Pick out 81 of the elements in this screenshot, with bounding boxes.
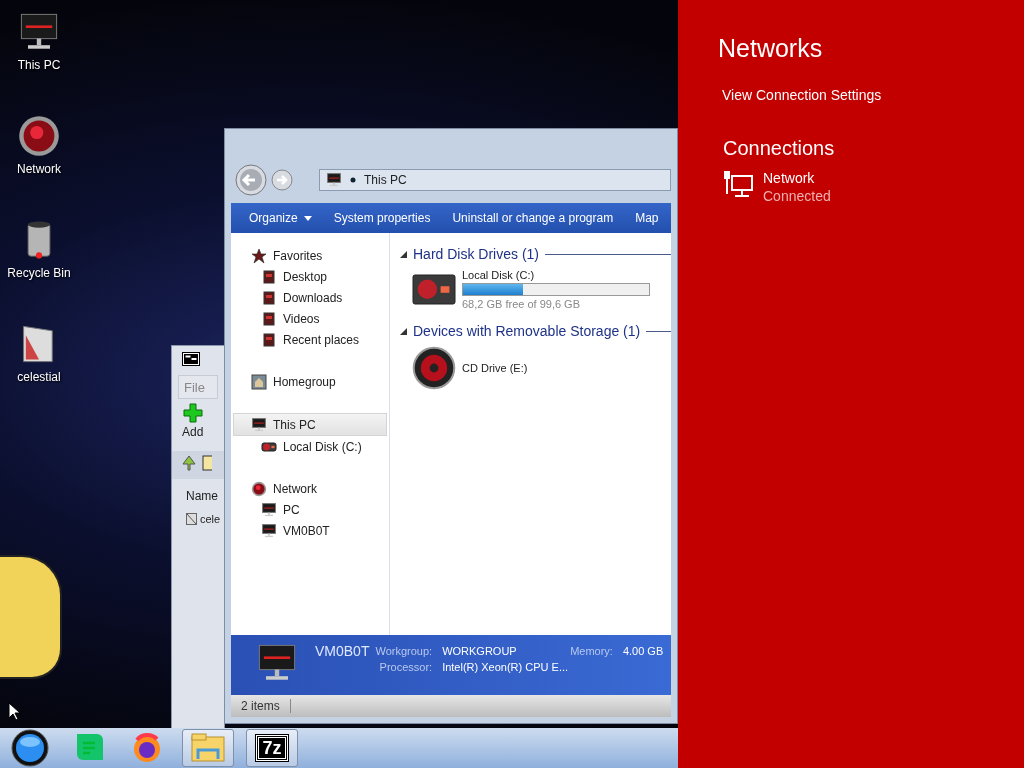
field-value: WORKGROUP: [442, 645, 518, 657]
folder-icon: [191, 733, 225, 763]
item-count: 2 items: [231, 699, 291, 713]
collapse-icon: [400, 250, 407, 258]
folder-icon: [202, 454, 212, 472]
shortcut-label: Network: [17, 162, 61, 176]
nav-item[interactable]: Network: [231, 478, 389, 499]
group-heading[interactable]: Hard Disk Drives (1): [413, 246, 539, 262]
file-icon: [186, 513, 197, 525]
network-connection[interactable]: Network Connected: [723, 170, 831, 204]
nav-item[interactable]: Downloads: [231, 287, 389, 308]
homegroup-icon: [251, 373, 267, 390]
panel-title: Networks: [718, 34, 823, 63]
command-button[interactable]: System properties: [333, 211, 431, 225]
hard-drive-icon: [412, 273, 456, 306]
field-label: Processor:: [378, 661, 433, 673]
collapse-icon: [400, 327, 407, 335]
start-orb-icon: [11, 729, 49, 767]
shortcut-label: This PC: [17, 58, 61, 72]
computer-icon: [326, 172, 342, 188]
section-heading: Connections: [723, 137, 835, 160]
drive-item[interactable]: CD Drive (E:): [400, 342, 671, 400]
drive-space-text: 68,2 GB free of 99,6 GB: [462, 298, 581, 310]
drive-name: Local Disk (C:): [462, 269, 536, 281]
nav-item[interactable]: Desktop: [231, 266, 389, 287]
computer-icon: [261, 501, 277, 518]
folder-icon: [261, 268, 277, 285]
command-button[interactable]: Map: [635, 211, 659, 225]
nav-item[interactable]: This PC: [233, 413, 387, 436]
column-header[interactable]: Name: [186, 489, 218, 503]
folder-icon: [261, 310, 277, 327]
folder-icon: [261, 289, 277, 306]
add-button[interactable]: Add: [182, 403, 204, 439]
file-name[interactable]: cele: [200, 513, 221, 525]
forward-icon: [271, 169, 293, 191]
field-label: Memory:: [570, 645, 613, 657]
settings-link[interactable]: View Connection Settings: [722, 87, 882, 103]
computer-icon: [251, 416, 267, 433]
drive-name: CD Drive (E:): [462, 362, 528, 374]
desktop-shortcut[interactable]: Network: [0, 114, 78, 202]
nav-item[interactable]: Favorites: [231, 245, 389, 266]
up-arrow-icon: [180, 454, 198, 472]
field-value: 4.00 GB: [622, 645, 664, 657]
connection-name: Network: [763, 170, 816, 186]
command-button[interactable]: Organize: [249, 211, 312, 225]
browser-icon: [131, 732, 163, 764]
address-text: This PC: [364, 173, 407, 187]
nav-item[interactable]: Local Disk (C:): [231, 436, 389, 457]
7z-logo-drawing: [182, 352, 200, 366]
connection-status: Connected: [763, 188, 831, 204]
taskbar-button[interactable]: [182, 729, 234, 767]
computer-icon: [261, 522, 277, 539]
address-bar[interactable]: This PC: [319, 169, 671, 191]
desktop-shortcut[interactable]: This PC: [0, 10, 78, 98]
back-icon: [235, 164, 267, 196]
drive-item[interactable]: Local Disk (C:) 68,2 GB free of 99,6 GB: [400, 265, 671, 320]
nav-item[interactable]: Recent places: [231, 329, 389, 350]
nav-item[interactable]: Homegroup: [231, 371, 389, 392]
wired-network-icon: [723, 170, 755, 198]
computer-name: VM0B0T: [315, 643, 370, 659]
desktop-shortcut[interactable]: celestial: [0, 322, 78, 410]
star-icon: [251, 247, 267, 264]
taskbar-button[interactable]: 7z: [246, 729, 298, 767]
shortcut-label: celestial: [17, 370, 61, 384]
field-value: Intel(R) Xeon(R) CPU E...: [442, 661, 570, 673]
nav-item[interactable]: VM0B0T: [231, 520, 389, 541]
group-heading[interactable]: Devices with Removable Storage (1): [413, 323, 641, 339]
field-label: Workgroup:: [375, 645, 433, 657]
shortcut-label: Recycle Bin: [7, 266, 71, 280]
hard-drive-icon: [261, 440, 277, 453]
plus-icon: [182, 403, 203, 423]
globe-icon: [251, 480, 267, 497]
command-button[interactable]: Uninstall or change a program: [452, 211, 614, 225]
disc-drive-icon: [412, 346, 456, 390]
bullet-icon: [350, 177, 356, 183]
nav-item[interactable]: Videos: [231, 308, 389, 329]
nav-item[interactable]: PC: [231, 499, 389, 520]
pointer-icon: [8, 702, 22, 722]
folder-icon: [261, 331, 277, 348]
desktop-shortcut[interactable]: Recycle Bin: [0, 218, 78, 306]
globe-icon: [17, 114, 61, 158]
